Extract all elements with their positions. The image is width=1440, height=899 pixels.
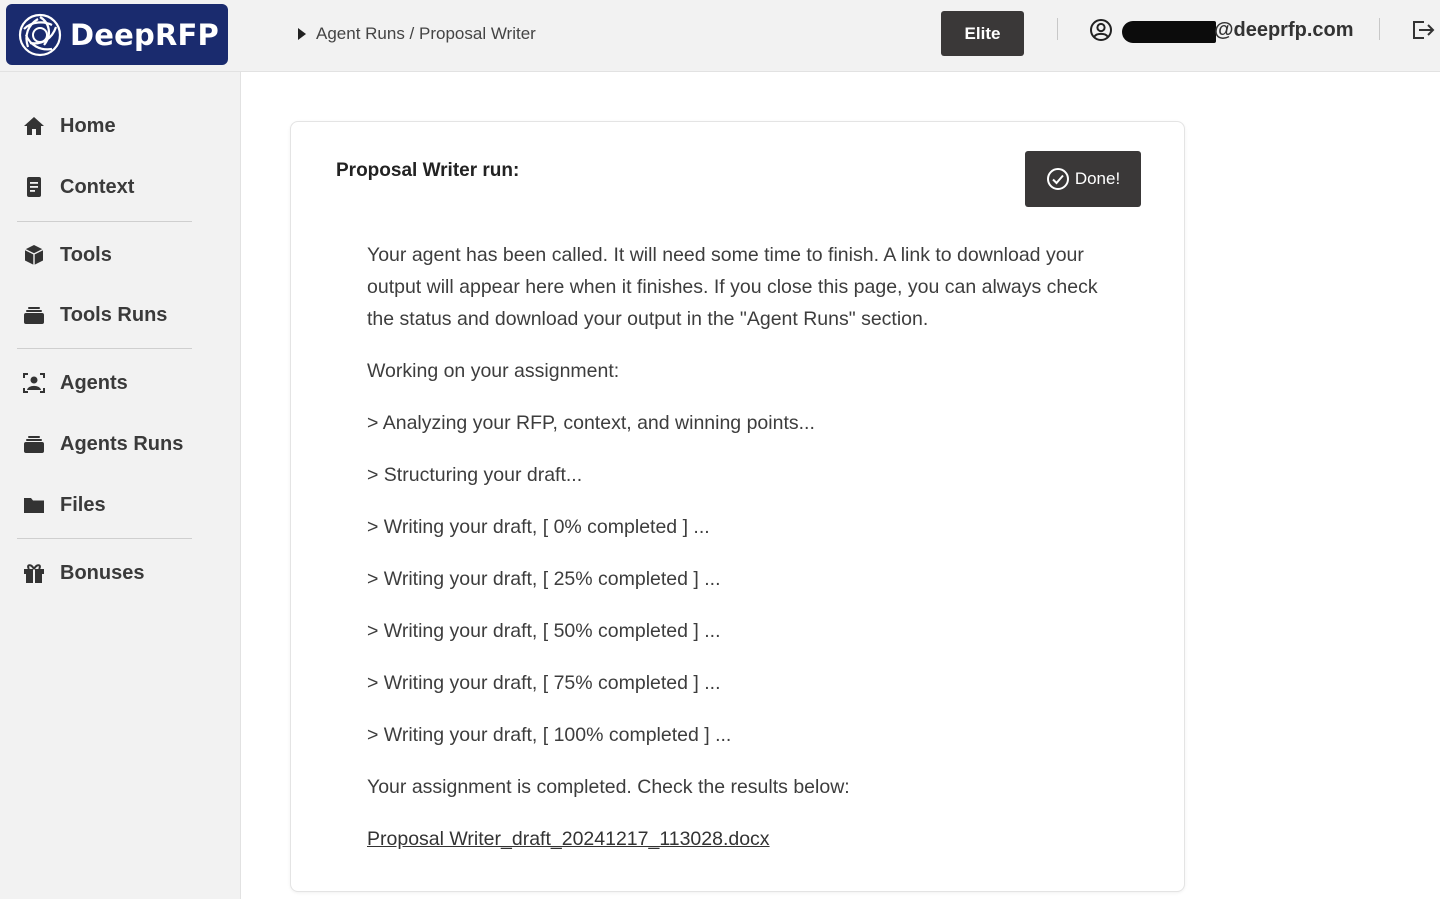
progress-step: > Writing your draft, [ 100% completed ]… [367, 724, 732, 746]
sidebar-item-tools-runs[interactable]: Tools Runs [0, 293, 240, 337]
sidebar: Home Context Tools Tools Runs Agents Age… [0, 72, 241, 899]
check-circle-icon [1046, 168, 1069, 190]
card-title: Proposal Writer run: [336, 160, 520, 181]
progress-step: > Structuring your draft... [367, 464, 583, 486]
user-email: @deeprfp.com [1214, 19, 1354, 41]
logo-text: DeepRFP [70, 17, 219, 52]
sidebar-item-files[interactable]: Files [0, 483, 240, 527]
user-circle-icon[interactable] [1089, 18, 1113, 42]
intro-text: Your agent has been called. It will need… [367, 244, 1098, 330]
result-file-link[interactable]: Proposal Writer_draft_20241217_113028.do… [367, 828, 770, 850]
sidebar-item-label: Files [60, 493, 106, 516]
progress-step: > Writing your draft, [ 25% completed ] … [367, 568, 721, 590]
plan-badge[interactable]: Elite [941, 11, 1024, 56]
header-divider [1057, 18, 1058, 40]
sidebar-item-agents[interactable]: Agents [0, 361, 240, 405]
archive-icon [24, 307, 44, 324]
sidebar-item-label: Tools Runs [60, 303, 168, 326]
archive-icon [24, 436, 44, 453]
working-text: Working on your assignment: [367, 360, 620, 382]
breadcrumb[interactable]: Agent Runs / Proposal Writer [298, 22, 536, 46]
caret-right-icon [298, 28, 306, 40]
progress-step: > Analyzing your RFP, context, and winni… [367, 412, 815, 434]
logo[interactable]: DeepRFP [6, 4, 228, 65]
sidebar-item-label: Agents [60, 371, 128, 394]
breadcrumb-text: Agent Runs / Proposal Writer [316, 24, 536, 43]
document-icon [27, 177, 41, 197]
card-body: Your agent has been called. It will need… [367, 239, 1127, 875]
sidebar-item-label: Context [60, 175, 135, 198]
redacted-email-prefix [1122, 21, 1216, 43]
sidebar-item-label: Tools [60, 243, 112, 266]
sidebar-item-label: Agents Runs [60, 432, 184, 455]
progress-step: > Writing your draft, [ 0% completed ] .… [367, 516, 710, 538]
sidebar-divider [17, 221, 192, 222]
progress-step: > Writing your draft, [ 75% completed ] … [367, 672, 721, 694]
progress-step: > Writing your draft, [ 50% completed ] … [367, 620, 721, 642]
done-button-label: Done! [1074, 169, 1121, 188]
top-header: DeepRFP Agent Runs / Proposal Writer Eli… [0, 0, 1440, 72]
gift-icon [24, 564, 44, 583]
run-card: Proposal Writer run: Done! Your agent ha… [290, 121, 1185, 892]
sidebar-item-home[interactable]: Home [0, 104, 240, 148]
agent-portrait-icon [23, 373, 45, 393]
sidebar-item-label: Bonuses [60, 561, 145, 584]
folder-icon [24, 498, 44, 513]
sidebar-item-label: Home [60, 114, 116, 137]
sidebar-divider [17, 538, 192, 539]
logo-swirl-icon [18, 13, 62, 56]
logout-icon[interactable] [1410, 18, 1436, 42]
home-icon [24, 117, 44, 135]
completed-text: Your assignment is completed. Check the … [367, 776, 850, 798]
sidebar-item-tools[interactable]: Tools [0, 233, 240, 277]
sidebar-item-context[interactable]: Context [0, 165, 240, 209]
sidebar-item-agents-runs[interactable]: Agents Runs [0, 422, 240, 466]
app-root: DeepRFP Agent Runs / Proposal Writer Eli… [0, 0, 1440, 899]
sidebar-item-bonuses[interactable]: Bonuses [0, 551, 240, 595]
header-divider [1379, 18, 1380, 40]
cube-icon [24, 245, 44, 265]
done-button[interactable]: Done! [1025, 151, 1141, 207]
sidebar-divider [17, 348, 192, 349]
